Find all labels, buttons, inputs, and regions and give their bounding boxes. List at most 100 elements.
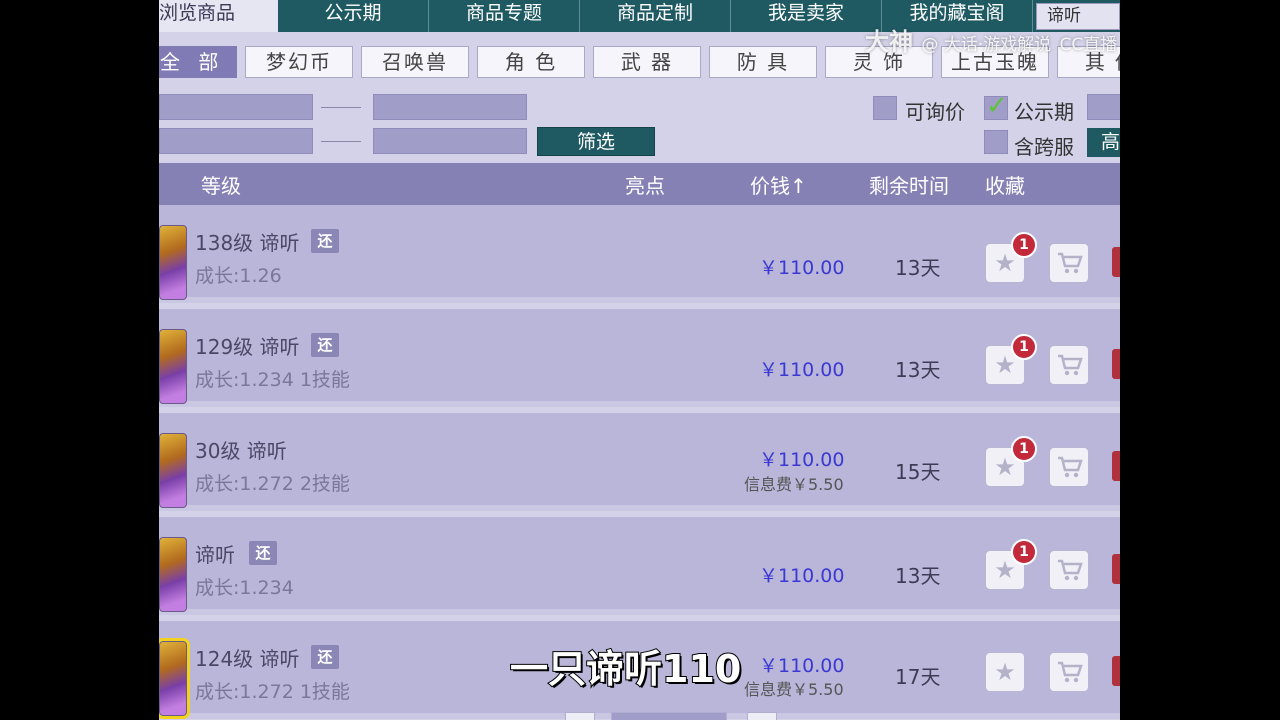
public-label: 公示期 xyxy=(1014,100,1074,124)
buy-button[interactable] xyxy=(1112,247,1120,277)
favorite-count-badge: 1 xyxy=(1011,539,1037,565)
add-to-cart-button[interactable] xyxy=(1049,345,1089,385)
star-icon: ★ xyxy=(994,351,1016,379)
price: ￥110.00 xyxy=(759,359,845,381)
tab-browse-goods[interactable]: 浏览商品 xyxy=(159,0,278,32)
price: ￥110.00 xyxy=(759,565,845,587)
table-row[interactable]: 138级 谛听 还 成长:1.26 ￥110.00 13天 ★ 1 xyxy=(159,205,1120,303)
header-highlight: 亮点 xyxy=(625,174,665,198)
pet-thumbnail[interactable] xyxy=(159,329,187,404)
pet-level-name: 30级 谛听 xyxy=(195,439,287,463)
pet-thumbnail[interactable] xyxy=(159,433,187,508)
cart-icon xyxy=(1058,354,1083,376)
pet-level-name: 124级 谛听 xyxy=(195,647,300,671)
add-to-cart-button[interactable] xyxy=(1049,550,1089,590)
return-badge: 还 xyxy=(311,645,339,669)
price: ￥110.00 xyxy=(759,449,845,471)
tab-goods-topics[interactable]: 商品专题 xyxy=(429,0,580,32)
table-row[interactable]: 谛听 还 成长:1.234 ￥110.00 13天 ★ 1 xyxy=(159,517,1120,615)
header-favorite: 收藏 xyxy=(985,174,1025,198)
pet-growth: 成长:1.26 xyxy=(195,265,282,287)
time-left: 17天 xyxy=(895,665,941,689)
pet-growth: 成长:1.234 1技能 xyxy=(195,369,350,391)
cart-icon xyxy=(1058,661,1083,683)
star-icon: ★ xyxy=(994,453,1016,481)
buy-button[interactable] xyxy=(1112,349,1120,379)
cart-icon xyxy=(1058,252,1083,274)
filter-min-input-2[interactable] xyxy=(159,128,313,154)
header-time-left[interactable]: 剩余时间 xyxy=(869,170,949,199)
pet-thumbnail[interactable] xyxy=(159,638,190,719)
category-pets[interactable]: 召唤兽 xyxy=(361,46,469,78)
category-roles[interactable]: 角 色 xyxy=(477,46,585,78)
filter-max-input-1[interactable] xyxy=(373,94,527,120)
cart-icon xyxy=(1058,559,1083,581)
favorite-count-badge: 1 xyxy=(1011,334,1037,360)
info-fee: 信息费￥5.50 xyxy=(744,475,844,494)
favorite-count-badge: 1 xyxy=(1011,232,1037,258)
filter-max-input-2[interactable] xyxy=(373,128,527,154)
tab-seller[interactable]: 我是卖家 xyxy=(731,0,882,32)
advanced-search-button[interactable]: 高 xyxy=(1087,128,1120,157)
add-to-cart-button[interactable] xyxy=(1049,447,1089,487)
tab-custom-goods[interactable]: 商品定制 xyxy=(580,0,731,32)
filter-button[interactable]: 筛选 xyxy=(537,127,655,156)
pet-level-name: 138级 谛听 xyxy=(195,231,300,255)
pet-thumbnail[interactable] xyxy=(159,225,187,300)
add-to-cart-button[interactable] xyxy=(1049,243,1089,283)
range-dash xyxy=(321,107,361,108)
pet-thumbnail[interactable] xyxy=(159,537,187,612)
inquiry-label: 可询价 xyxy=(905,100,965,124)
sort-up-icon: ↑ xyxy=(790,174,807,198)
pet-level-name: 谛听 xyxy=(195,543,235,567)
add-to-cart-button[interactable] xyxy=(1049,652,1089,692)
filter-input-3[interactable] xyxy=(1087,94,1120,120)
pager-page-input[interactable] xyxy=(611,712,727,720)
filter-min-input-1[interactable] xyxy=(159,94,313,120)
buy-button[interactable] xyxy=(1112,451,1120,481)
pet-growth: 成长:1.272 2技能 xyxy=(195,473,350,495)
header-level[interactable]: 等级 xyxy=(201,170,241,199)
cart-icon xyxy=(1058,456,1083,478)
category-currency[interactable]: 梦幻币 xyxy=(245,46,353,78)
tab-public-period[interactable]: 公示期 xyxy=(278,0,429,32)
star-icon: ★ xyxy=(994,658,1016,686)
pet-growth: 成长:1.272 1技能 xyxy=(195,681,350,703)
pet-growth: 成长:1.234 xyxy=(195,577,294,599)
game-trading-window: 浏览商品 公示期 商品专题 商品定制 我是卖家 我的藏宝阁 谛听 全 部 梦幻币… xyxy=(159,0,1120,720)
table-row[interactable]: 30级 谛听 成长:1.272 2技能 ￥110.00 信息费￥5.50 15天… xyxy=(159,413,1120,511)
favorite-star-button[interactable]: ★ xyxy=(985,652,1025,692)
public-checkbox[interactable]: ✓ xyxy=(984,91,1008,121)
buy-button[interactable] xyxy=(1112,656,1120,686)
category-weapons[interactable]: 武 器 xyxy=(593,46,701,78)
time-left: 13天 xyxy=(895,564,941,588)
return-badge: 还 xyxy=(311,229,339,253)
range-dash xyxy=(321,141,361,142)
pet-level-name: 129级 谛听 xyxy=(195,335,300,359)
time-left: 13天 xyxy=(895,358,941,382)
pager-prev-button[interactable] xyxy=(565,712,595,720)
watermark-platform: CC直播 xyxy=(1059,35,1118,55)
inquiry-checkbox[interactable] xyxy=(873,96,897,120)
return-badge: 还 xyxy=(311,333,339,357)
video-subtitle: 一只谛听110 xyxy=(509,646,742,692)
favorite-count-badge: 1 xyxy=(1011,436,1037,462)
header-price-label: 价钱 xyxy=(750,174,790,198)
video-watermark: 大神 @ 大话·游戏解说 CC直播 xyxy=(865,22,1117,57)
header-price[interactable]: 价钱↑ xyxy=(750,170,807,199)
pager-next-button[interactable] xyxy=(747,712,777,720)
info-fee: 信息费￥5.50 xyxy=(744,680,844,699)
star-icon: ★ xyxy=(994,249,1016,277)
category-all[interactable]: 全 部 xyxy=(159,46,237,78)
buy-button[interactable] xyxy=(1112,554,1120,584)
cross-server-checkbox[interactable] xyxy=(984,130,1008,154)
watermark-handle: @ 大话·游戏解说 xyxy=(921,35,1052,55)
star-icon: ★ xyxy=(994,556,1016,584)
return-badge: 还 xyxy=(249,541,277,565)
time-left: 15天 xyxy=(895,460,941,484)
price: ￥110.00 xyxy=(759,257,845,279)
table-row[interactable]: 129级 谛听 还 成长:1.234 1技能 ￥110.00 13天 ★ 1 xyxy=(159,309,1120,407)
cross-server-label: 含跨服 xyxy=(1014,135,1074,159)
time-left: 13天 xyxy=(895,256,941,280)
category-armor[interactable]: 防 具 xyxy=(709,46,817,78)
